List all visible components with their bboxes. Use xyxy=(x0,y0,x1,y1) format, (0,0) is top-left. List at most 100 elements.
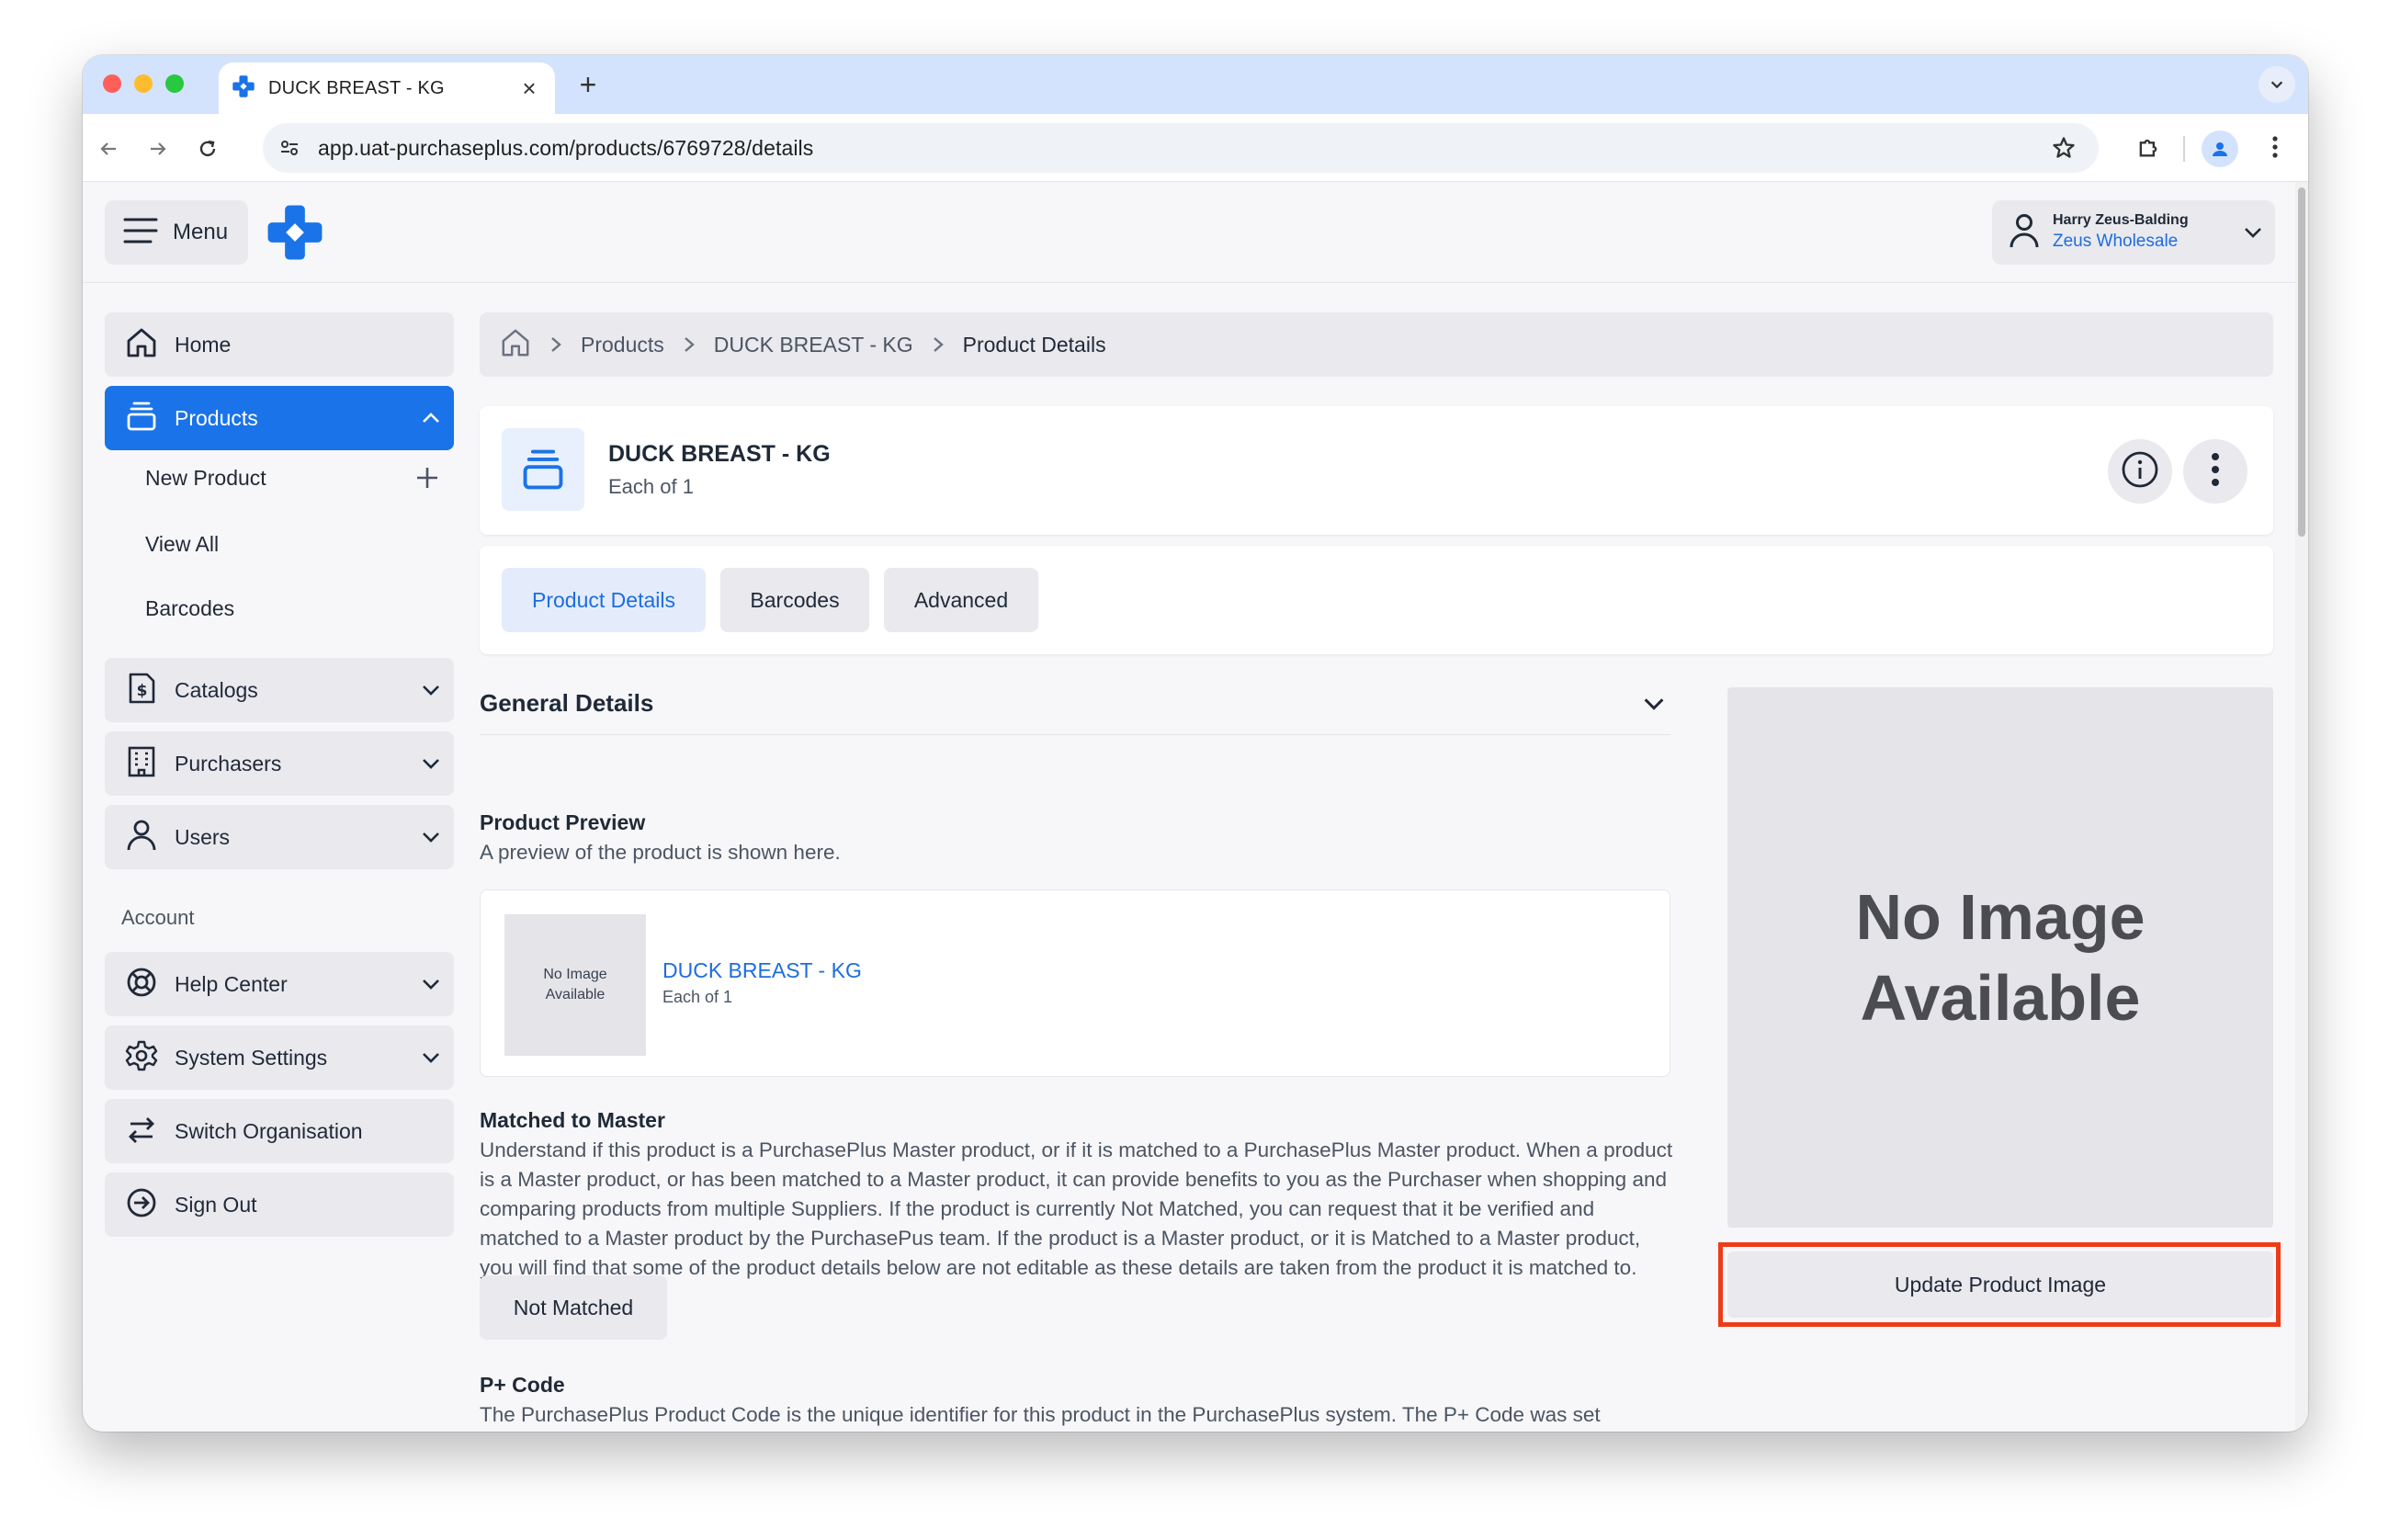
product-title-card: DUCK BREAST - KG Each of 1 xyxy=(480,406,2273,535)
browser-tab[interactable]: DUCK BREAST - KG × xyxy=(219,62,555,114)
minimize-window-button[interactable] xyxy=(134,74,153,93)
sidebar-item-label: Switch Organisation xyxy=(175,1118,363,1143)
gear-icon xyxy=(125,1039,158,1077)
address-bar[interactable]: app.uat-purchaseplus.com/products/676972… xyxy=(263,123,2099,173)
product-name: DUCK BREAST - KG xyxy=(608,441,831,467)
chevron-down-icon[interactable] xyxy=(1641,691,1667,721)
breadcrumb-product[interactable]: DUCK BREAST - KG xyxy=(714,333,913,357)
page-scrollbar[interactable] xyxy=(2295,182,2308,1432)
breadcrumb: Products DUCK BREAST - KG Product Detail… xyxy=(480,312,2273,377)
scrollbar-thumb[interactable] xyxy=(2298,187,2305,537)
tab-strip: DUCK BREAST - KG × + xyxy=(83,55,2308,114)
sidebar-item-label: System Settings xyxy=(175,1045,328,1070)
back-icon[interactable] xyxy=(92,132,125,165)
hamburger-icon xyxy=(123,217,158,249)
sidebar-item-label: Users xyxy=(175,824,231,849)
sidebar-item-catalogs[interactable]: $ Catalogs xyxy=(105,658,454,722)
product-preview-title: Product Preview xyxy=(480,810,646,834)
reload-icon[interactable] xyxy=(191,132,224,165)
not-matched-button[interactable]: Not Matched xyxy=(480,1275,667,1340)
products-icon xyxy=(125,400,158,437)
chevron-right-icon xyxy=(549,335,562,354)
bookmark-star-icon[interactable] xyxy=(2051,135,2077,161)
info-button[interactable] xyxy=(2108,439,2172,504)
tab-title: DUCK BREAST - KG xyxy=(268,77,445,98)
general-details-header[interactable]: General Details xyxy=(480,689,1670,735)
chevron-down-icon xyxy=(408,1047,454,1069)
new-tab-icon[interactable]: + xyxy=(570,66,606,103)
product-preview-card: No Image Available DUCK BREAST - KG Each… xyxy=(480,889,1670,1077)
chevron-down-icon xyxy=(2231,221,2275,243)
close-window-button[interactable] xyxy=(103,74,121,93)
highlight-box xyxy=(1718,1242,2281,1327)
matched-to-master-desc: Understand if this product is a Purchase… xyxy=(480,1138,1673,1279)
product-unit: Each of 1 xyxy=(608,475,694,498)
chevron-up-icon xyxy=(408,407,454,429)
pcode-desc: The PurchasePlus Product Code is the uni… xyxy=(480,1403,1601,1426)
lifebuoy-icon xyxy=(125,966,158,1003)
browser-window: DUCK BREAST - KG × + app.uat-purchaseplu… xyxy=(83,55,2308,1432)
sidebar-item-purchasers[interactable]: Purchasers xyxy=(105,731,454,796)
url-text: app.uat-purchaseplus.com/products/676972… xyxy=(318,135,814,160)
preview-product-unit: Each of 1 xyxy=(662,988,733,1006)
home-icon[interactable] xyxy=(500,327,531,363)
account-section-label: Account xyxy=(121,906,195,929)
tab-barcodes[interactable]: Barcodes xyxy=(720,568,869,632)
sidebar-item-system-settings[interactable]: System Settings xyxy=(105,1025,454,1090)
sidebar-item-label: Products xyxy=(175,405,258,430)
more-options-button[interactable] xyxy=(2183,439,2247,504)
user-name: Harry Zeus-Balding xyxy=(2053,212,2189,229)
menu-label: Menu xyxy=(173,220,229,244)
purchaseplus-logo[interactable] xyxy=(266,204,323,266)
user-menu-button[interactable]: Harry Zeus-Balding Zeus Wholesale xyxy=(1992,200,2275,265)
sidebar-item-products[interactable]: Products xyxy=(105,386,454,450)
sidebar-item-users[interactable]: Users xyxy=(105,805,454,869)
site-settings-icon[interactable] xyxy=(279,138,300,158)
user-icon xyxy=(2009,212,2040,254)
home-icon xyxy=(125,326,158,364)
sign-out-icon xyxy=(125,1186,158,1224)
sidebar-item-home[interactable]: Home xyxy=(105,312,454,377)
sidebar-item-label: Sign Out xyxy=(175,1192,257,1217)
chevron-right-icon xyxy=(932,335,945,354)
plus-icon[interactable] xyxy=(401,466,454,490)
sidebar-subitem-label: View All xyxy=(145,531,220,556)
product-image-panel: No Image Available xyxy=(1727,687,2273,1228)
product-tabs: Product Details Barcodes Advanced xyxy=(480,546,2273,654)
chevron-down-icon xyxy=(408,973,454,995)
sidebar-item-help-center[interactable]: Help Center xyxy=(105,952,454,1016)
app-content: Menu Harry Zeus-Balding Zeus Wholesale H… xyxy=(83,182,2295,1432)
profile-avatar-icon[interactable] xyxy=(2202,130,2238,167)
sidebar-item-sign-out[interactable]: Sign Out xyxy=(105,1172,454,1237)
user-organisation: Zeus Wholesale xyxy=(2053,232,2179,252)
menu-button[interactable]: Menu xyxy=(105,200,248,265)
preview-product-name[interactable]: DUCK BREAST - KG xyxy=(662,958,862,983)
sidebar-item-label: Catalogs xyxy=(175,677,258,702)
product-icon xyxy=(502,428,584,511)
tab-advanced[interactable]: Advanced xyxy=(884,568,1038,632)
breadcrumb-current: Product Details xyxy=(962,332,1106,357)
sidebar-subitem-new-product[interactable]: New Product xyxy=(145,452,454,504)
breadcrumb-products[interactable]: Products xyxy=(581,333,664,357)
sidebar-item-switch-organisation[interactable]: Switch Organisation xyxy=(105,1099,454,1163)
sidebar-item-label: Home xyxy=(175,332,232,357)
maximize-window-button[interactable] xyxy=(165,74,184,93)
matched-to-master-title: Matched to Master xyxy=(480,1108,665,1132)
toolbar-divider xyxy=(2183,136,2185,162)
app-header: Menu Harry Zeus-Balding Zeus Wholesale xyxy=(83,182,2295,283)
sidebar-subitem-barcodes[interactable]: Barcodes xyxy=(145,583,454,634)
chevron-down-icon xyxy=(408,679,454,701)
sidebar-subitem-label: Barcodes xyxy=(145,595,235,620)
section-title: General Details xyxy=(480,689,654,717)
tab-product-details[interactable]: Product Details xyxy=(502,568,706,632)
extensions-icon[interactable] xyxy=(2132,130,2165,164)
product-preview-desc: A preview of the product is shown here. xyxy=(480,841,841,864)
forward-icon[interactable] xyxy=(142,132,175,165)
sidebar-subitem-view-all[interactable]: View All xyxy=(145,518,454,570)
favicon-icon xyxy=(232,74,255,103)
vertical-dots-icon xyxy=(2211,451,2220,493)
browser-menu-icon[interactable] xyxy=(2259,130,2292,164)
pcode-title: P+ Code xyxy=(480,1373,565,1397)
close-tab-icon[interactable]: × xyxy=(516,74,542,103)
tab-list-icon[interactable] xyxy=(2259,66,2295,103)
